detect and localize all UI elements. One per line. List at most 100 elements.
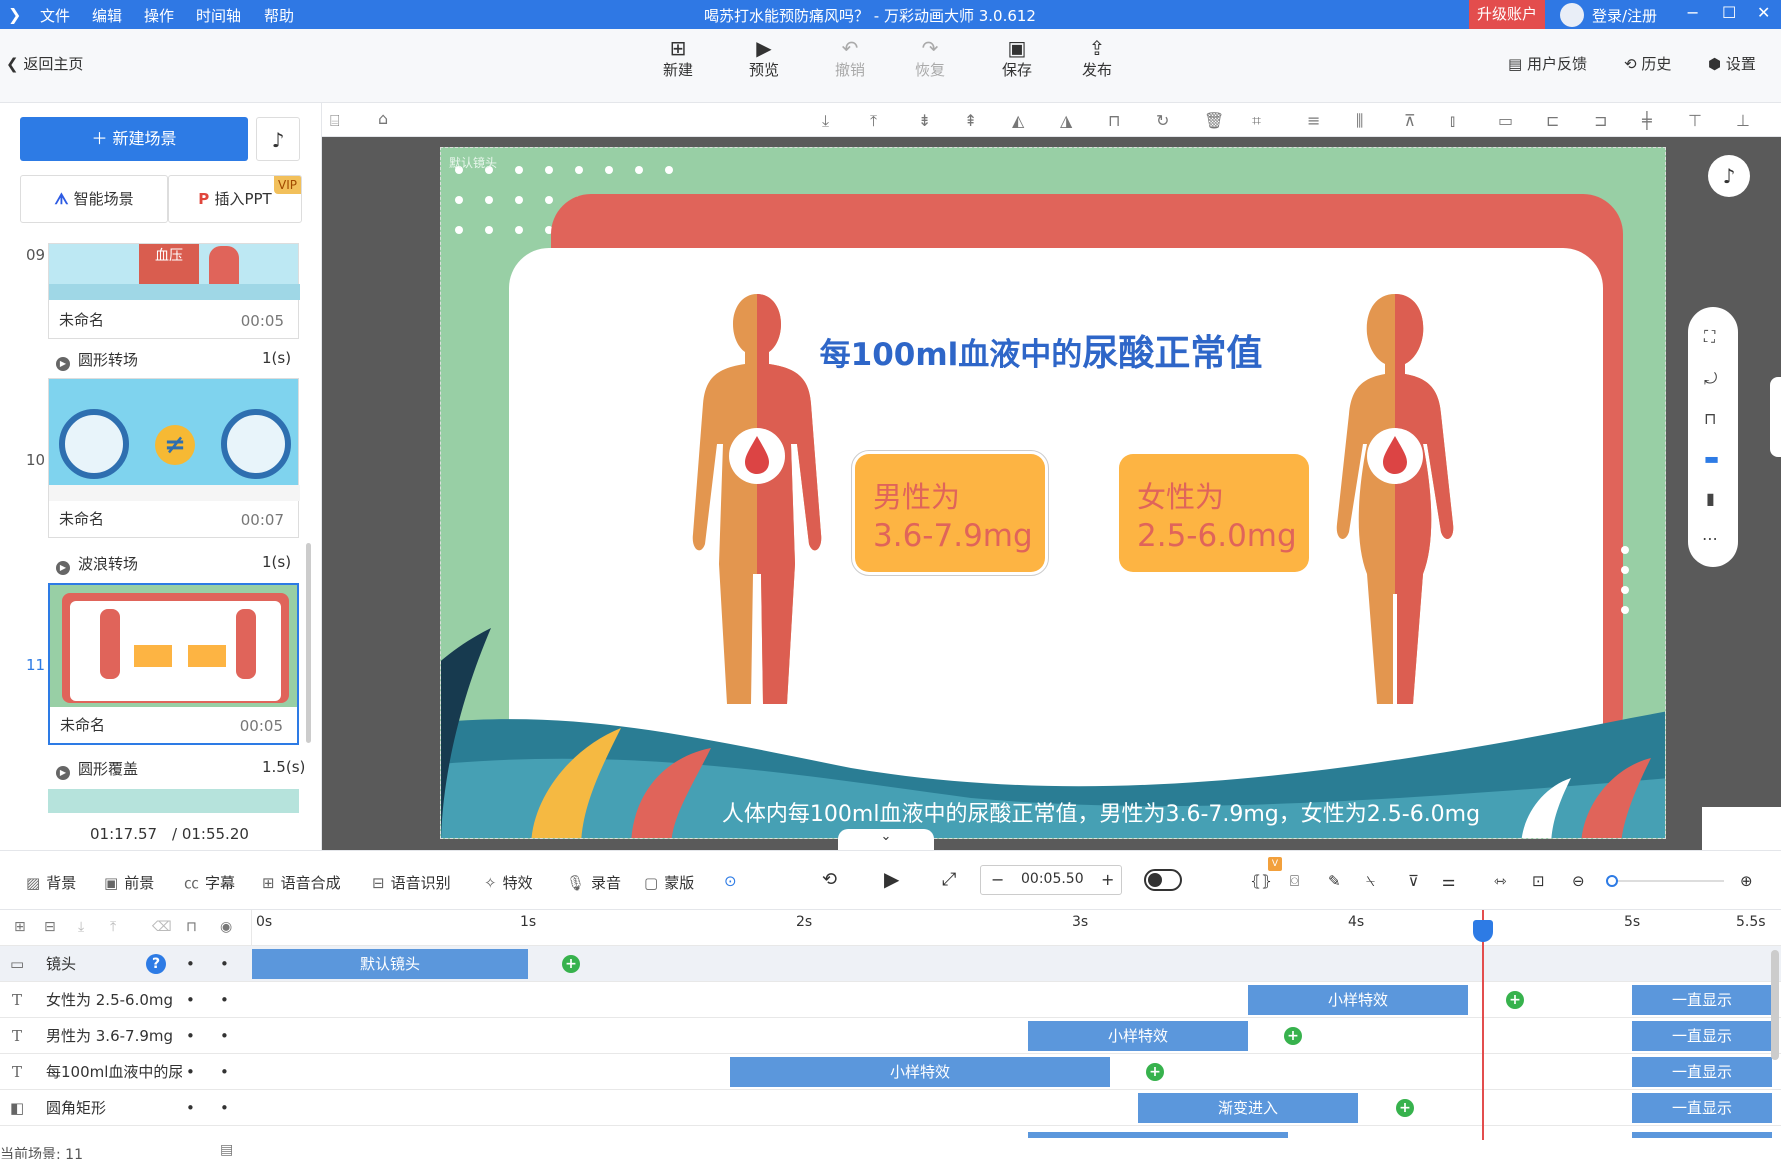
close-icon[interactable]: ✕ [1757,3,1770,22]
effects-button[interactable]: ✧ 特效 [484,872,533,893]
login-register-link[interactable]: 登录/注册 [1592,5,1657,26]
asr-button[interactable]: ⊟ 语音识别 [372,872,451,893]
timeline-bar[interactable]: 小样特效 [730,1057,1110,1087]
align-bottom-icon[interactable]: ⤓ [822,111,829,131]
distribute-v-icon[interactable]: ⫾ [1450,111,1455,131]
scene-card-11[interactable]: 未命名 00:05 [48,583,299,745]
subtitle-text[interactable]: 人体内每100ml血液中的尿酸正常值，男性为3.6-7.9mg，女性为2.5-6… [601,796,1601,828]
collapse-right-tab[interactable] [1770,377,1781,457]
add-keyframe-icon[interactable]: + [1506,991,1524,1009]
track-label-camera[interactable]: ▭ 镜头 ? • • [0,946,252,982]
subtitle-button[interactable]: ㏄字幕 [184,872,235,893]
timeline-bar[interactable]: 小样特效 [1028,1021,1248,1051]
track-label-title[interactable]: T 每100ml血液中的尿 • • [0,1054,252,1090]
timeline-bar[interactable]: 渐变进入 [1138,1093,1358,1123]
more-icon[interactable]: ⋯ [1702,529,1718,548]
rotate-screen-icon[interactable]: ⤾ [1704,369,1717,389]
scene-card-12-partial[interactable] [48,789,299,813]
timeline-bar-partial[interactable] [1632,1132,1772,1138]
frame-icon[interactable]: ⌸ [330,111,340,131]
fit-screen-icon[interactable]: ⛶ [1704,327,1715,347]
add-keyframe-icon[interactable]: + [1396,1099,1414,1117]
transition-item[interactable]: ▶ 波浪转场 [56,553,138,575]
music-float-button[interactable]: ♪ [1708,155,1750,197]
timeline-scrollbar[interactable] [1771,950,1779,1060]
slide-canvas[interactable]: 默认镜头 每100ml血液中的尿酸正常值 男性为 3.6-7.9mg 女性为 2… [440,147,1666,839]
track-label-female[interactable]: T 女性为 2.5-6.0mg • • [0,982,252,1018]
move-down-icon[interactable]: ⤓ [78,919,84,935]
crop-icon[interactable]: ⌗ [1252,111,1261,131]
fullscreen-icon[interactable]: ⤢ [942,869,956,890]
timeline-bar[interactable]: 一直显示 [1632,1057,1772,1087]
timeline-bar-partial[interactable] [1028,1132,1288,1138]
redo-button[interactable]: ↷ 恢复 [900,37,960,80]
avatar[interactable] [1560,3,1584,27]
scene-card-10[interactable]: ≠ 未命名 00:07 [48,378,300,538]
upgrade-account-button[interactable]: 升级账户 [1469,0,1545,29]
smart-scene-button[interactable]: ᗑ 智能场景 [20,175,168,223]
female-value-box[interactable]: 女性为 2.5-6.0mg [1119,454,1309,572]
align-center-icon[interactable]: ≡ [1307,111,1320,130]
lock-track-icon[interactable]: ⊓ [186,919,197,935]
eye-icon[interactable]: ◉ [220,919,232,935]
trash-icon[interactable]: ⌫ [152,919,172,935]
layer-down-icon[interactable]: ⇟ [918,111,931,130]
layer-up-icon[interactable]: ⇞ [964,111,977,130]
menu-timeline[interactable]: 时间轴 [196,5,241,26]
back-home-link[interactable]: ❮ 返回主页 [6,53,83,74]
flip-vertical-icon[interactable]: ◮ [1060,111,1072,130]
timeline-bar[interactable]: 默认镜头 [252,949,528,979]
settings-link[interactable]: ⬢ 设置 [1708,53,1756,74]
record-button[interactable]: 🎙︎ 录音 [566,872,621,893]
menu-file[interactable]: 文件 [40,5,70,26]
rotate-icon[interactable]: ↻ [1156,111,1169,130]
bracket-icon[interactable]: ⦃⦄ [1250,872,1272,890]
portrait-icon[interactable]: ▮ [1706,489,1715,508]
center-v-icon[interactable]: ╪ [1642,111,1652,130]
track-label-rect[interactable]: ◧ 圆角矩形 • • [0,1090,252,1126]
split-icon[interactable]: ⍀ [1366,872,1375,890]
mask-button[interactable]: ▢ 蒙版 [644,872,694,893]
transition-item[interactable]: ▶ 圆形覆盖 [56,758,138,780]
minimize-icon[interactable]: − [1686,3,1699,22]
playhead-handle[interactable] [1473,920,1493,942]
align-top-icon[interactable]: ⤒ [870,111,877,131]
flip-horizontal-icon[interactable]: ◭ [1012,111,1024,130]
zoom-out-timeline-icon[interactable]: ⊖ [1572,872,1585,890]
menu-edit[interactable]: 编辑 [92,5,122,26]
scene-card-09[interactable]: 血压 未命名 00:05 [48,243,300,339]
foreground-button[interactable]: ▣ 前景 [104,872,154,893]
undo-button[interactable]: ↶ 撤销 [820,37,880,80]
time-stepper[interactable]: − 00:05.50 + [980,865,1122,895]
menu-operate[interactable]: 操作 [144,5,174,26]
history-link[interactable]: ⟲ 历史 [1624,53,1671,74]
add-keyframe-icon[interactable]: + [562,955,580,973]
new-button[interactable]: ⊞ 新建 [648,37,708,80]
sliders-icon[interactable]: ⚌ [1442,872,1455,890]
time-ruler[interactable]: 0s 1s 2s 3s 4s 5s 5.5s [252,910,1781,946]
fit-width-icon[interactable]: ⇿ [1494,872,1507,890]
publish-button[interactable]: ⇪ 发布 [1067,37,1127,80]
play-icon[interactable]: ▶ [884,867,899,891]
zoom-slider-handle[interactable] [1606,875,1618,887]
increment-icon[interactable]: + [1101,870,1114,889]
rewind-icon[interactable]: ⟲ [822,869,837,890]
decrement-icon[interactable]: − [991,870,1004,889]
timeline-bar[interactable]: 小样特效 [1248,985,1468,1015]
mini-map[interactable] [1702,807,1781,850]
transition-item[interactable]: ▶ 圆形转场 [56,349,138,371]
scrollbar[interactable] [306,543,311,743]
camera-icon[interactable]: ⌼ [1290,872,1299,890]
align-left-icon[interactable]: ⊏ [1546,111,1559,130]
help-icon[interactable]: ? [146,954,166,974]
delete-icon[interactable]: 🗑 [1204,111,1224,130]
slide-title[interactable]: 每100ml血液中的尿酸正常值 [801,324,1281,376]
zoom-in-timeline-icon[interactable]: ⊕ [1740,872,1753,890]
save-button[interactable]: ▣ 保存 [987,37,1047,80]
notes-icon[interactable]: ▤ [220,1142,233,1158]
distribute-h-icon[interactable]: ⫼ [1356,111,1363,131]
lock-small-icon[interactable]: ⊓ [1704,409,1716,428]
music-button[interactable]: ♪ [256,117,300,161]
align-right-icon[interactable]: ⊐ [1594,111,1607,130]
toggle-switch[interactable] [1144,869,1182,891]
